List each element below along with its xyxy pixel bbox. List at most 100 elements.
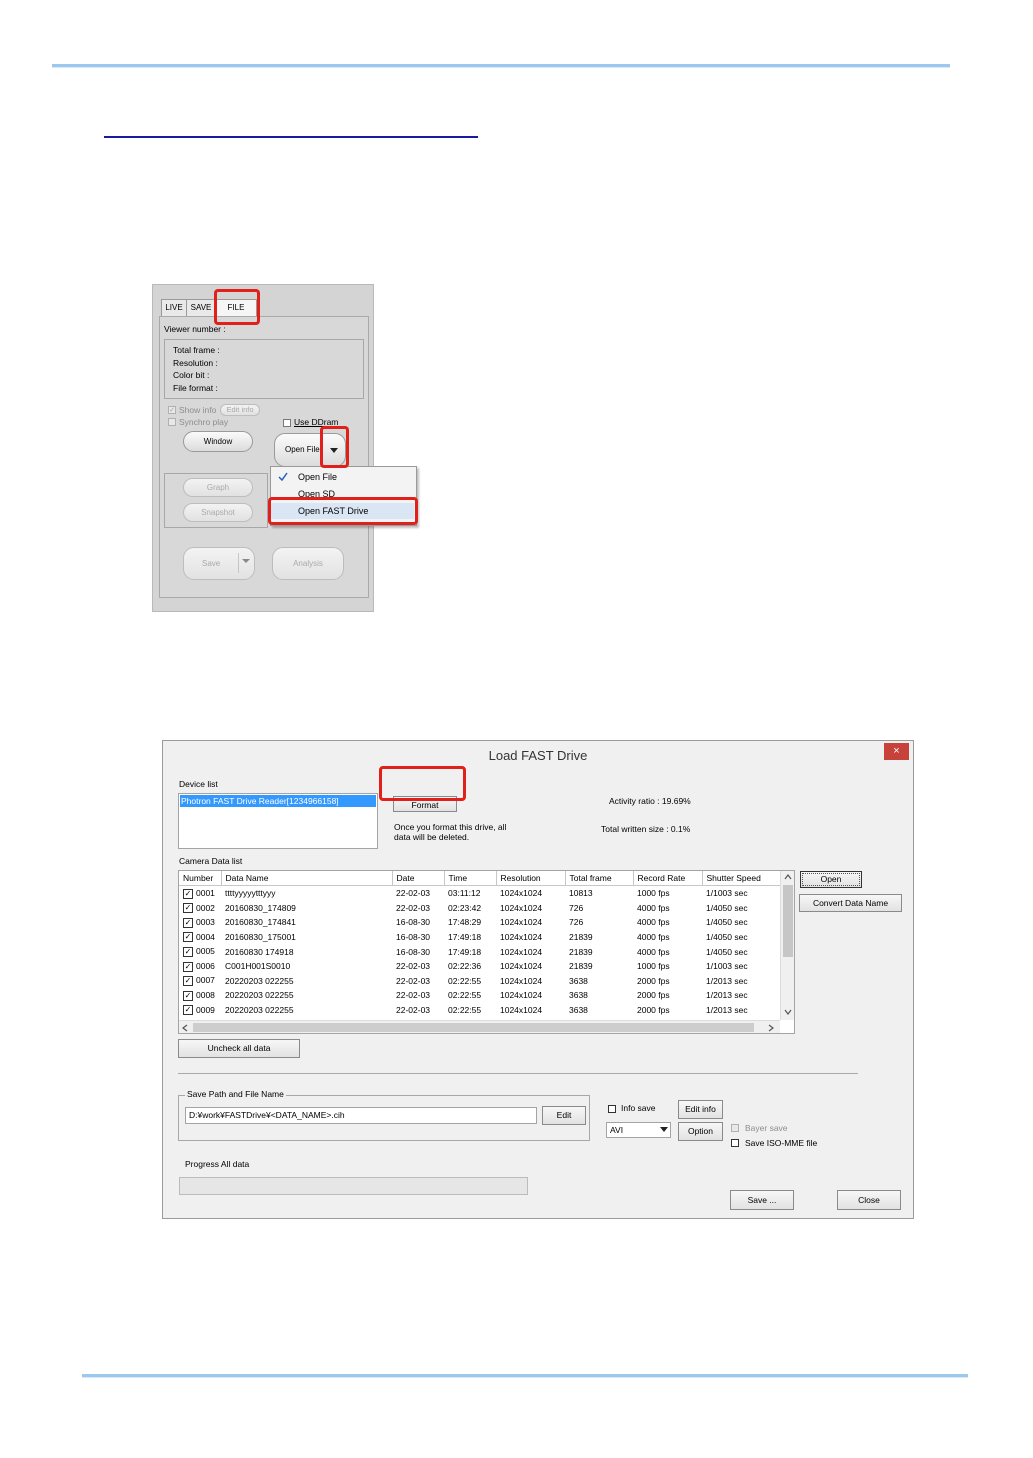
column-header-record-rate[interactable]: Record Rate (633, 871, 703, 886)
chevron-right-icon[interactable] (768, 1024, 774, 1032)
table-cell: 17:49:18 (444, 944, 496, 959)
table-cell-text: 1024x1024 (500, 888, 543, 899)
table-cell: 1/2013 sec (702, 1003, 782, 1018)
row-checkbox[interactable]: ✓ (183, 932, 193, 943)
synchro-play-checkbox[interactable] (168, 418, 176, 426)
vertical-scroll-thumb[interactable] (783, 885, 793, 957)
bayer-save-checkbox[interactable] (731, 1124, 739, 1132)
edit-info-dialog-label: Edit info (685, 1104, 716, 1114)
window-button[interactable]: Window (183, 431, 253, 452)
table-row[interactable]: ✓ 0008 20220203 022255 22-02-03 02:22:55 1024… (179, 988, 782, 1003)
column-header-time[interactable]: Time (444, 871, 497, 886)
chevron-down-icon (660, 1127, 668, 1132)
table-cell-text: 4000 fps (637, 917, 670, 928)
row-checkbox[interactable]: ✓ (183, 990, 193, 1001)
table-row[interactable]: ✓ 0006 C001H001S0010 22-02-03 02:22:36 1024x1… (179, 959, 782, 974)
table-cell: 1/4050 sec (702, 944, 782, 959)
row-checkbox[interactable]: ✓ (183, 903, 193, 914)
table-cell-text: 1/1003 sec (706, 961, 748, 972)
graph-button[interactable]: Graph (183, 478, 253, 497)
table-row[interactable]: ✓ 0007 20220203 022255 22-02-03 02:22:55 1024… (179, 974, 782, 989)
table-row[interactable]: ✓ 0001 ttttyyyyytttyyy 22-02-03 03:11:12 1024… (179, 886, 782, 901)
column-header-date[interactable]: Date (392, 871, 445, 886)
column-header-number[interactable]: Number (179, 871, 222, 886)
info-save-checkbox[interactable] (608, 1105, 616, 1113)
table-cell-text: 21839 (569, 932, 593, 943)
table-cell-text: 0003 (196, 917, 215, 928)
row-checkbox[interactable]: ✓ (183, 888, 193, 899)
highlight-open-fast-drive (268, 497, 418, 525)
chevron-up-icon[interactable] (784, 874, 792, 880)
activity-ratio: Activity ratio : 19.69% (609, 796, 691, 806)
camera-data-list-label: Camera Data list (179, 856, 243, 866)
open-button[interactable]: Open (800, 871, 862, 888)
edit-path-button[interactable]: Edit (542, 1106, 586, 1125)
row-checkbox[interactable]: ✓ (183, 976, 193, 987)
file-info-box: Total frame : Resolution : Color bit : F… (164, 339, 364, 399)
column-header-total-frame[interactable]: Total frame (565, 871, 634, 886)
table-cell: 1024x1024 (496, 930, 565, 945)
menu-item-open-file[interactable]: Open File (271, 469, 414, 485)
load-fast-drive-dialog: Load FAST Drive × Device list Photron FA… (162, 740, 914, 1219)
table-cell-text: 02:23:42 (448, 902, 482, 913)
save-path-input[interactable]: D:¥work¥FASTDrive¥<DATA_NAME>.cih (185, 1107, 537, 1124)
tab-live[interactable]: LIVE (161, 299, 187, 316)
chevron-down-icon[interactable] (784, 1009, 792, 1015)
convert-data-name-button[interactable]: Convert Data Name (799, 894, 902, 912)
format-note-1: Once you format this drive, all (394, 822, 507, 832)
horizontal-scrollbar[interactable] (179, 1020, 780, 1033)
column-header-resolution[interactable]: Resolution (496, 871, 566, 886)
horizontal-scroll-thumb[interactable] (193, 1023, 754, 1032)
row-checkbox[interactable]: ✓ (183, 917, 193, 928)
row-checkbox[interactable]: ✓ (183, 1005, 193, 1016)
table-cell-text: 1000 fps (637, 961, 670, 972)
use-dram-checkbox[interactable] (283, 419, 291, 427)
analysis-button[interactable]: Analysis (272, 547, 344, 580)
table-cell: 03:11:12 (444, 886, 496, 901)
table-row[interactable]: ✓ 0004 20160830_175001 16-08-30 17:49:18 1024… (179, 930, 782, 945)
chevron-left-icon[interactable] (182, 1024, 188, 1032)
vertical-scrollbar[interactable] (780, 871, 794, 1020)
save-iso-mme-checkbox[interactable] (731, 1139, 739, 1147)
save-iso-mme-label: Save ISO-MME file (745, 1138, 818, 1148)
table-row[interactable]: ✓ 0002 20160830_174809 22-02-03 02:23:42 1024… (179, 901, 782, 916)
edit-info-button-dialog[interactable]: Edit info (678, 1100, 723, 1119)
table-cell: ✓ 0005 (179, 944, 221, 959)
table-cell-text: 2000 fps (637, 975, 670, 986)
option-button[interactable]: Option (678, 1122, 723, 1141)
info-save-label: Info save (621, 1103, 656, 1113)
table-cell: 20220203 022255 (221, 974, 392, 989)
column-header-shutter-speed[interactable]: Shutter Speed (702, 871, 783, 886)
file-format-select[interactable]: AVI (606, 1122, 671, 1138)
snapshot-button[interactable]: Snapshot (183, 503, 253, 522)
save-dialog-label: Save ... (747, 1195, 777, 1205)
save-dropdown-arrow[interactable] (238, 553, 253, 573)
info-total-frame: Total frame : (173, 345, 220, 355)
table-row[interactable]: ✓ 0005 20160830 174918 16-08-30 17:49:18 1024… (179, 944, 782, 959)
save-dialog-button[interactable]: Save ... (730, 1190, 794, 1210)
row-checkbox[interactable]: ✓ (183, 947, 193, 958)
analysis-label: Analysis (293, 559, 323, 568)
table-cell-text: 0007 (196, 975, 215, 986)
edit-info-button[interactable]: Edit info (220, 404, 260, 416)
close-dialog-button[interactable]: Close (837, 1190, 901, 1210)
table-cell-text: 0001 (196, 887, 215, 898)
dialog-close-x[interactable]: × (884, 743, 909, 760)
table-cell-text: 0006 (196, 960, 215, 971)
table-cell: 20160830_175001 (221, 930, 392, 945)
table-cell-text: 20160830_174841 (225, 917, 296, 928)
show-info-checkbox[interactable]: ✓ (168, 406, 176, 414)
table-cell: 20160830_174841 (221, 915, 392, 930)
device-list[interactable]: Photron FAST Drive Reader[1234966158] (178, 793, 378, 849)
row-checkbox[interactable]: ✓ (183, 961, 193, 972)
table-cell: 1024x1024 (496, 944, 565, 959)
table-row[interactable]: ✓ 0009 20220203 022255 22-02-03 02:22:55 1024… (179, 1003, 782, 1018)
device-list-item[interactable]: Photron FAST Drive Reader[1234966158] (180, 795, 376, 807)
table-row[interactable]: ✓ 0003 20160830_174841 16-08-30 17:48:29 1024… (179, 915, 782, 930)
table-cell-text: 4000 fps (637, 932, 670, 943)
tab-save[interactable]: SAVE (186, 299, 216, 316)
uncheck-all-data-button[interactable]: Uncheck all data (178, 1039, 300, 1058)
table-cell-text: 20160830 174918 (225, 946, 294, 957)
column-header-data-name[interactable]: Data Name (221, 871, 393, 886)
table-cell-text: 1000 fps (637, 888, 670, 899)
